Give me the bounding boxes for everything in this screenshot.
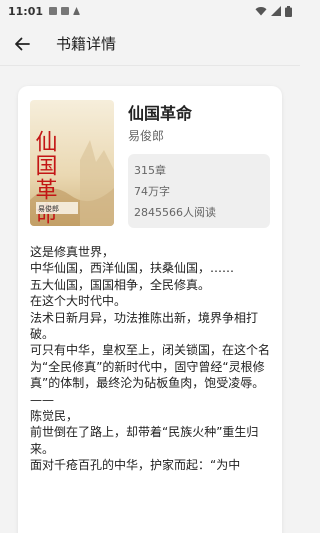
chapter-count: 315章	[134, 164, 166, 177]
status-time: 11:01	[8, 4, 44, 18]
signal-icon	[271, 6, 281, 16]
status-right-icons	[255, 5, 292, 17]
status-left-icons	[49, 7, 81, 15]
status-bar: 11:01	[0, 0, 300, 22]
page-title: 书籍详情	[56, 35, 117, 53]
battery-icon	[285, 5, 292, 17]
back-button[interactable]	[0, 22, 44, 66]
book-stats: 315章 74万字 2845566人阅读	[128, 154, 270, 228]
arrow-left-icon	[15, 37, 30, 50]
book-author[interactable]: 易俊郎	[128, 127, 164, 144]
book-description: 这是修真世界， 中华仙国，西洋仙国，扶桑仙国，…… 五大仙国，国国相争，全民修真…	[30, 245, 271, 473]
book-cover-art: 仙国革命 易俊郎	[30, 100, 114, 226]
book-detail-card: 仙国革命 易俊郎 仙国革命 易俊郎 315章 74万字 2845566人阅读 这…	[18, 86, 282, 533]
app-bar: 书籍详情	[0, 22, 300, 66]
wifi-icon	[255, 7, 267, 16]
a-icon	[73, 7, 81, 15]
sim-icon	[49, 7, 58, 15]
word-count: 74万字	[134, 185, 170, 198]
reader-count: 2845566人阅读	[134, 206, 216, 219]
download-icon	[61, 7, 70, 15]
book-cover[interactable]: 仙国革命 易俊郎	[30, 100, 114, 226]
book-title: 仙国革命	[128, 104, 193, 123]
cover-author-text: 易俊郎	[38, 204, 59, 213]
